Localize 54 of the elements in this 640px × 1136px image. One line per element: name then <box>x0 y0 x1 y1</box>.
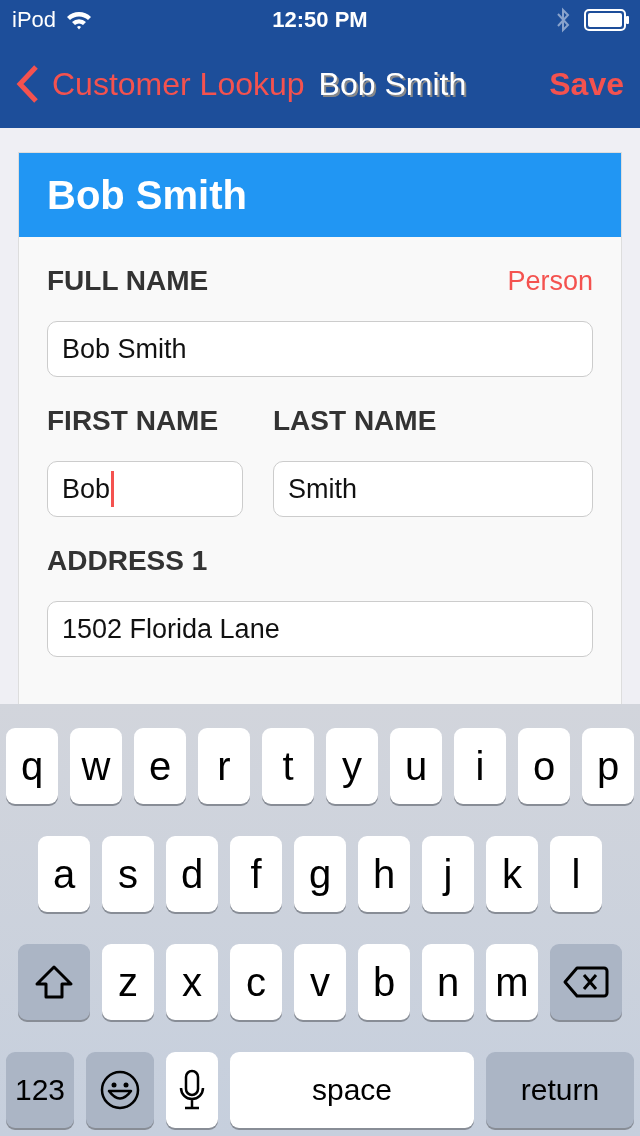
letter-key[interactable]: o <box>518 728 570 804</box>
battery-icon <box>584 9 630 31</box>
input-field[interactable]: Smith <box>273 461 593 517</box>
shift-icon <box>34 964 74 1000</box>
carrier-name: iPod <box>12 7 57 33</box>
letter-key[interactable]: t <box>262 728 314 804</box>
input-field[interactable]: Bob Smith <box>47 321 593 377</box>
letter-key[interactable]: v <box>294 944 346 1020</box>
letter-key[interactable]: x <box>166 944 218 1020</box>
emoji-icon <box>100 1070 140 1110</box>
letter-key[interactable]: r <box>198 728 250 804</box>
dictation-key[interactable] <box>166 1052 218 1128</box>
record-type: Person <box>507 266 593 297</box>
letter-key[interactable]: k <box>486 836 538 912</box>
backspace-icon <box>563 965 609 999</box>
input-field[interactable]: Bob <box>47 461 243 517</box>
letter-key[interactable]: s <box>102 836 154 912</box>
chevron-left-icon <box>16 64 40 104</box>
letter-key[interactable]: y <box>326 728 378 804</box>
microphone-icon <box>178 1069 206 1111</box>
return-key[interactable]: return <box>486 1052 634 1128</box>
backspace-key[interactable] <box>550 944 622 1020</box>
letter-key[interactable]: a <box>38 836 90 912</box>
letter-key[interactable]: p <box>582 728 634 804</box>
letter-key[interactable]: h <box>358 836 410 912</box>
field-label: LAST NAME <box>273 404 437 438</box>
shift-key[interactable] <box>18 944 90 1020</box>
letter-key[interactable]: b <box>358 944 410 1020</box>
letter-key[interactable]: q <box>6 728 58 804</box>
letter-key[interactable]: u <box>390 728 442 804</box>
card-title: Bob Smith <box>47 172 247 218</box>
letter-key[interactable]: n <box>422 944 474 1020</box>
wifi-icon <box>66 10 93 30</box>
letter-key[interactable]: e <box>134 728 186 804</box>
letter-key[interactable]: j <box>422 836 474 912</box>
letter-key[interactable]: g <box>294 836 346 912</box>
space-key[interactable]: space <box>230 1052 474 1128</box>
nav-title: Bob Smith <box>318 65 467 103</box>
letter-key[interactable]: c <box>230 944 282 1020</box>
numbers-key[interactable]: 123 <box>6 1052 74 1128</box>
input-field[interactable]: 1502 Florida Lane <box>47 601 593 657</box>
emoji-key[interactable] <box>86 1052 154 1128</box>
letter-key[interactable]: w <box>70 728 122 804</box>
letter-key[interactable]: z <box>102 944 154 1020</box>
field-label: FIRST NAME <box>47 404 219 438</box>
letter-key[interactable]: i <box>454 728 506 804</box>
status-time: 12:50 PM <box>272 7 368 32</box>
letter-key[interactable]: f <box>230 836 282 912</box>
bluetooth-icon <box>556 7 570 33</box>
field-label: ADDRESS 1 <box>47 544 208 578</box>
letter-key[interactable]: l <box>550 836 602 912</box>
field-label: FULL NAME <box>47 264 209 298</box>
letter-key[interactable]: d <box>166 836 218 912</box>
letter-key[interactable]: m <box>486 944 538 1020</box>
